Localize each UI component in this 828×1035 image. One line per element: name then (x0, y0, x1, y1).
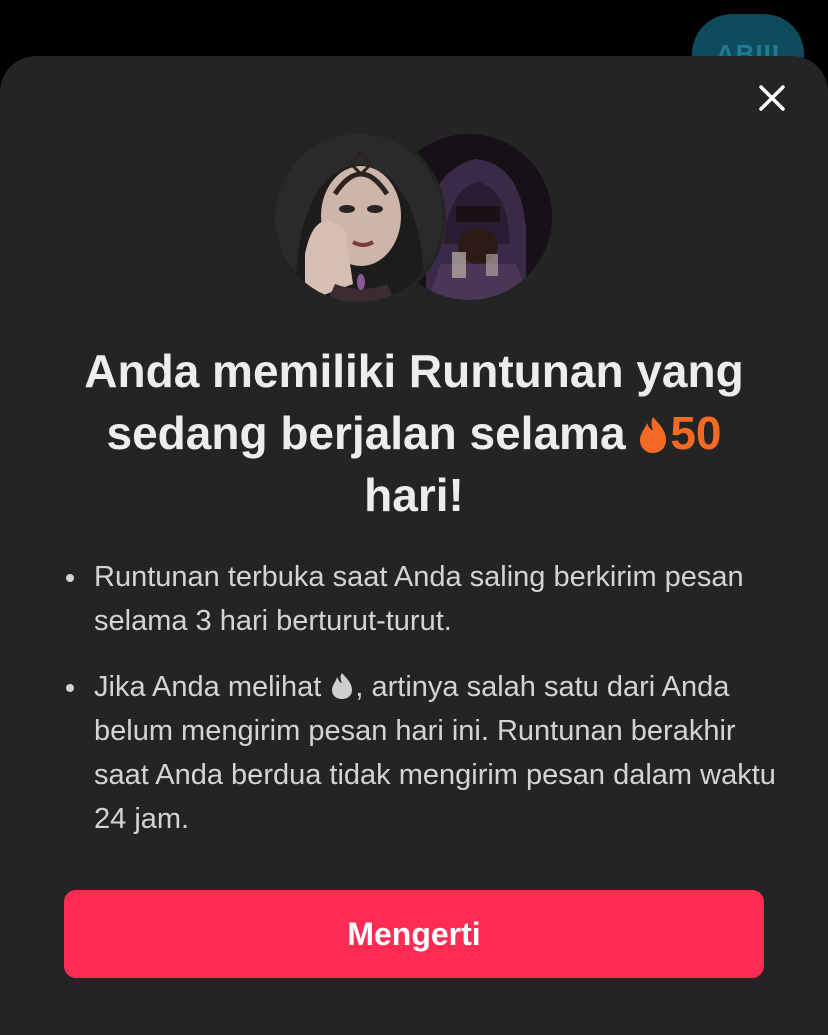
got-it-button[interactable]: Mengerti (64, 890, 764, 978)
list-item: Jika Anda melihat , artinya salah satu d… (64, 665, 784, 841)
info-list: Runtunan terbuka saat Anda saling berkir… (64, 555, 784, 863)
close-button[interactable] (748, 74, 796, 122)
user-avatar (272, 131, 446, 305)
list-item: Runtunan terbuka saat Anda saling berkir… (64, 555, 784, 643)
headline-suffix: hari! (364, 469, 464, 521)
fire-icon (640, 417, 667, 453)
bullet-text-before: Jika Anda melihat (94, 671, 322, 703)
streak-badge: 50 (638, 407, 721, 459)
grey-flame-icon (332, 673, 353, 699)
bullet-text: Runtunan terbuka saat Anda saling berkir… (94, 561, 744, 637)
streak-headline: Anda memiliki Runtunan yang sedang berja… (60, 340, 768, 526)
streak-count: 50 (670, 407, 722, 459)
close-icon (759, 85, 785, 111)
